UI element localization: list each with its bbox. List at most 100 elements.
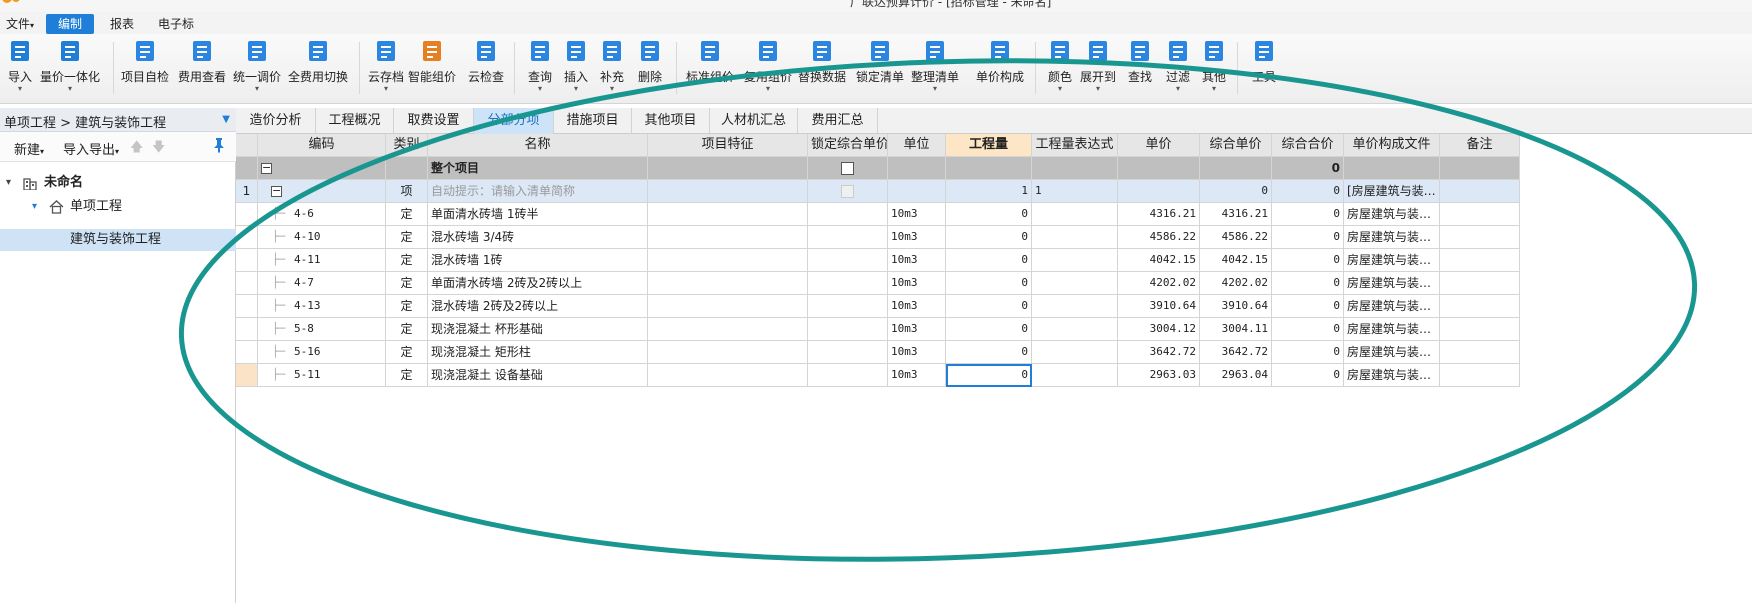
move-down-icon[interactable]: 🡇: [152, 138, 165, 160]
row-cell-remark[interactable]: [1440, 295, 1520, 318]
row-cell-quantity-expr[interactable]: [1032, 226, 1118, 249]
item-cell-combined-total[interactable]: 0: [1272, 180, 1344, 203]
row-cell-price-file[interactable]: 房屋建筑与装…: [1344, 272, 1440, 295]
row-cell-combined-total[interactable]: 0: [1272, 295, 1344, 318]
ribbon-button-other[interactable]: 其他 ▾: [1200, 38, 1228, 100]
item-cell-name[interactable]: 自动提示：请输入清单简称: [428, 180, 648, 203]
row-cell-lock-price[interactable]: [808, 364, 888, 387]
column-header-lock-price[interactable]: 锁定综合单价: [808, 134, 888, 157]
ribbon-button-cloud-check[interactable]: 云检查: [467, 38, 506, 100]
row-cell-type[interactable]: 定: [386, 341, 428, 364]
item-cell-lock-price[interactable]: [808, 180, 888, 203]
row-cell-code[interactable]: ├─ 4-13: [258, 295, 386, 318]
ribbon-button-filter[interactable]: 过滤 ▾: [1164, 38, 1192, 100]
column-header-quantity-expr[interactable]: 工程量表达式: [1032, 134, 1118, 157]
row-cell-combined-total[interactable]: 0: [1272, 318, 1344, 341]
row-cell-quantity[interactable]: 0: [946, 318, 1032, 341]
row-cell-remark[interactable]: [1440, 272, 1520, 295]
row-cell-lock-price[interactable]: [808, 295, 888, 318]
row-cell-unit[interactable]: 10m3: [888, 203, 946, 226]
lock-price-checkbox[interactable]: [841, 185, 854, 198]
row-cell-feature[interactable]: [648, 341, 808, 364]
menu-edit[interactable]: 编制: [46, 14, 94, 34]
tree-node-single-project[interactable]: ▾ 单项工程: [0, 196, 236, 218]
ribbon-button-query[interactable]: 查询 ▾: [526, 38, 554, 100]
row-cell-combined-price[interactable]: 4042.15: [1200, 249, 1272, 272]
ribbon-button-full-fee-switch[interactable]: 全费用切换: [286, 38, 351, 100]
row-cell-code[interactable]: ├─ 5-8: [258, 318, 386, 341]
column-header-code[interactable]: 编码: [258, 134, 386, 157]
row-cell-lock-price[interactable]: [808, 341, 888, 364]
row-cell-type[interactable]: 定: [386, 203, 428, 226]
row-cell-price-file[interactable]: 房屋建筑与装…: [1344, 226, 1440, 249]
ribbon-button-smart-pricing[interactable]: 智能组价: [406, 38, 458, 100]
row-cell-quantity-expr[interactable]: [1032, 249, 1118, 272]
row-cell-price-file[interactable]: 房屋建筑与装…: [1344, 249, 1440, 272]
ribbon-button-fee-view[interactable]: 费用查看: [176, 38, 228, 100]
row-cell-combined-price[interactable]: 4316.21: [1200, 203, 1272, 226]
row-cell-price-file[interactable]: 房屋建筑与装…: [1344, 203, 1440, 226]
pin-icon[interactable]: [212, 137, 226, 157]
ribbon-button-reuse-pricing[interactable]: 复用组价 ▾: [742, 38, 794, 100]
row-cell-unit-price[interactable]: 3004.12: [1118, 318, 1200, 341]
row-cell-price-file[interactable]: 房屋建筑与装…: [1344, 318, 1440, 341]
row-cell-unit[interactable]: 10m3: [888, 364, 946, 387]
row-cell-combined-total[interactable]: 0: [1272, 203, 1344, 226]
row-cell-unit-price[interactable]: 4586.22: [1118, 226, 1200, 249]
row-cell-combined-price[interactable]: 2963.04: [1200, 364, 1272, 387]
row-cell-combined-price[interactable]: 3004.11: [1200, 318, 1272, 341]
row-cell-lock-price[interactable]: [808, 203, 888, 226]
row-cell-price-file[interactable]: 房屋建筑与装…: [1344, 295, 1440, 318]
row-cell-code[interactable]: ├─ 4-10: [258, 226, 386, 249]
tree-toggle-icon[interactable]: ▾: [32, 196, 37, 218]
column-header-feature[interactable]: 项目特征: [648, 134, 808, 157]
row-cell-unit[interactable]: 10m3: [888, 295, 946, 318]
row-cell-price-file[interactable]: 房屋建筑与装…: [1344, 364, 1440, 387]
item-cell-quantity[interactable]: 1: [946, 180, 1032, 203]
ribbon-button-unified-price[interactable]: 统一调价 ▾: [231, 38, 283, 100]
item-cell-quantity-expr[interactable]: 1: [1032, 180, 1118, 203]
tree-node-building-decoration[interactable]: 建筑与装饰工程: [0, 229, 236, 251]
row-cell-remark[interactable]: [1440, 249, 1520, 272]
new-button[interactable]: 新建▾: [14, 139, 44, 158]
item-cell-feature[interactable]: [648, 180, 808, 203]
menu-file[interactable]: 文件▾: [0, 14, 40, 34]
row-cell-code[interactable]: ├─ 4-6: [258, 203, 386, 226]
item-cell-price-file[interactable]: [房屋建筑与装…: [1344, 180, 1440, 203]
row-cell-type[interactable]: 定: [386, 295, 428, 318]
column-header-remark[interactable]: 备注: [1440, 134, 1520, 157]
row-cell-quantity-expr[interactable]: [1032, 318, 1118, 341]
item-cell-corner[interactable]: 1: [236, 180, 258, 203]
column-header-quantity[interactable]: 工程量: [946, 134, 1032, 157]
row-cell-feature[interactable]: [648, 226, 808, 249]
row-cell-feature[interactable]: [648, 272, 808, 295]
ribbon-button-quantity-price[interactable]: 量价一体化 ▾: [38, 38, 103, 100]
summary-cell-name[interactable]: 整个项目: [428, 157, 648, 180]
ribbon-button-color[interactable]: 颜色 ▾: [1046, 38, 1074, 100]
row-cell-type[interactable]: 定: [386, 249, 428, 272]
row-cell-type[interactable]: 定: [386, 318, 428, 341]
column-header-combined-total[interactable]: 综合合价: [1272, 134, 1344, 157]
breadcrumb-dropdown-icon[interactable]: ▼: [222, 114, 230, 125]
column-header-unit[interactable]: 单位: [888, 134, 946, 157]
item-cell-combined-price[interactable]: 0: [1200, 180, 1272, 203]
ribbon-button-cloud-archive[interactable]: 云存档 ▾: [367, 38, 406, 100]
ribbon-button-self-check[interactable]: 项目自检: [119, 38, 171, 100]
row-cell-feature[interactable]: [648, 364, 808, 387]
row-cell-name[interactable]: 现浇混凝土 杯形基础: [428, 318, 648, 341]
row-cell-code[interactable]: ├─ 5-16: [258, 341, 386, 364]
tab-6[interactable]: 人材机汇总: [710, 108, 798, 134]
row-cell-code[interactable]: ├─ 4-11: [258, 249, 386, 272]
row-cell-feature[interactable]: [648, 203, 808, 226]
ribbon-button-organize-list[interactable]: 整理清单 ▾: [909, 38, 961, 100]
row-cell-code[interactable]: ├─ 4-7: [258, 272, 386, 295]
ribbon-button-replace-data[interactable]: 替换数据: [796, 38, 848, 100]
row-cell-combined-total[interactable]: 0: [1272, 272, 1344, 295]
row-cell-quantity[interactable]: 0: [946, 272, 1032, 295]
tab-4[interactable]: 措施项目: [554, 108, 632, 134]
row-cell-combined-price[interactable]: 4586.22: [1200, 226, 1272, 249]
item-cell-type[interactable]: 项: [386, 180, 428, 203]
column-header-name[interactable]: 名称: [428, 134, 648, 157]
row-cell-unit-price[interactable]: 3642.72: [1118, 341, 1200, 364]
tab-2[interactable]: 取费设置: [394, 108, 474, 134]
